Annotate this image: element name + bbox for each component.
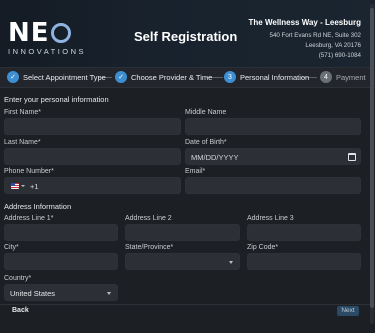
email-input[interactable] xyxy=(185,177,361,194)
page-title: Self Registration xyxy=(134,29,238,44)
scrollbar-thumb[interactable] xyxy=(370,8,374,308)
step-label: Select Appointment Type xyxy=(23,72,106,82)
personal-section-title: Enter your personal information xyxy=(4,95,109,104)
middle-name-input[interactable] xyxy=(185,118,361,135)
phone-label: Phone Number* xyxy=(4,168,54,175)
address-line1-label: Address Line 1* xyxy=(4,215,54,222)
header-bar: NE INNOVATIONS Self Registration The Wel… xyxy=(0,0,375,68)
country-label: Country* xyxy=(4,275,32,282)
step-check-icon: ✓ xyxy=(7,71,19,83)
step-check-icon: ✓ xyxy=(115,71,127,83)
chevron-down-icon xyxy=(107,292,111,295)
state-label: State/Province* xyxy=(125,244,174,251)
address-line1-input[interactable] xyxy=(4,224,118,241)
state-select[interactable] xyxy=(125,253,240,270)
last-name-label: Last Name* xyxy=(4,139,41,146)
clinic-name: The Wellness Way - Leesburg xyxy=(248,18,361,27)
clinic-address-line2: Leesburg, VA 20176 xyxy=(305,42,361,49)
us-flag-icon[interactable] xyxy=(11,183,19,189)
first-name-label: First Name* xyxy=(4,109,41,116)
address-line3-label: Address Line 3 xyxy=(247,215,294,222)
step-payment: 4 Payment xyxy=(320,71,366,83)
address-section-title: Address Information xyxy=(4,202,72,211)
country-select[interactable]: United States xyxy=(4,284,118,301)
step-choose-provider[interactable]: ✓ Choose Provider & Time xyxy=(115,71,212,83)
calendar-icon[interactable] xyxy=(348,153,356,161)
step-number: 4 xyxy=(320,71,332,83)
step-personal-information: 3 Personal Information xyxy=(224,71,309,83)
back-button[interactable]: Back xyxy=(12,307,29,314)
logo-subtitle: INNOVATIONS xyxy=(8,47,87,56)
logo-text: NE xyxy=(8,18,50,48)
chevron-down-icon xyxy=(229,261,233,264)
zip-input[interactable] xyxy=(247,253,361,270)
next-button[interactable]: Next xyxy=(337,306,359,316)
address-line3-input[interactable] xyxy=(247,224,361,241)
zip-label: Zip Code* xyxy=(247,244,279,251)
footer-divider xyxy=(0,304,375,305)
clinic-info: The Wellness Way - Leesburg 540 Fort Eva… xyxy=(249,18,361,61)
logo-globe-icon xyxy=(50,23,71,43)
last-name-input[interactable] xyxy=(4,148,181,165)
phone-dial-code: +1 xyxy=(30,182,39,191)
chevron-down-icon[interactable] xyxy=(21,185,25,187)
dob-placeholder: MM/DD/YYYY xyxy=(191,153,239,162)
phone-input[interactable]: +1 xyxy=(4,177,181,194)
registration-page: NE INNOVATIONS Self Registration The Wel… xyxy=(0,0,375,333)
step-select-appointment-type[interactable]: ✓ Select Appointment Type xyxy=(7,71,106,83)
address-line2-input[interactable] xyxy=(125,224,240,241)
logo: NE INNOVATIONS xyxy=(8,20,86,56)
country-value: United States xyxy=(10,289,56,298)
first-name-input[interactable] xyxy=(4,118,181,135)
email-label: Email* xyxy=(185,168,206,175)
address-line2-label: Address Line 2 xyxy=(125,215,172,222)
progress-stepper: ✓ Select Appointment Type ✓ Choose Provi… xyxy=(0,68,375,88)
step-label: Choose Provider & Time xyxy=(131,72,213,82)
step-label: Payment xyxy=(336,72,366,82)
scrollbar[interactable] xyxy=(370,4,374,324)
city-label: City* xyxy=(4,244,19,251)
middle-name-label: Middle Name xyxy=(185,109,227,116)
step-label: Personal Information xyxy=(240,72,310,82)
clinic-address-line1: 540 Fort Evans Rd NE, Suite 302 xyxy=(269,32,362,39)
dob-input[interactable]: MM/DD/YYYY xyxy=(185,148,361,165)
step-number: 3 xyxy=(224,71,236,83)
clinic-phone: (571) 690-1084 xyxy=(318,52,361,59)
dob-label: Date of Birth* xyxy=(185,139,227,146)
city-input[interactable] xyxy=(4,253,118,270)
